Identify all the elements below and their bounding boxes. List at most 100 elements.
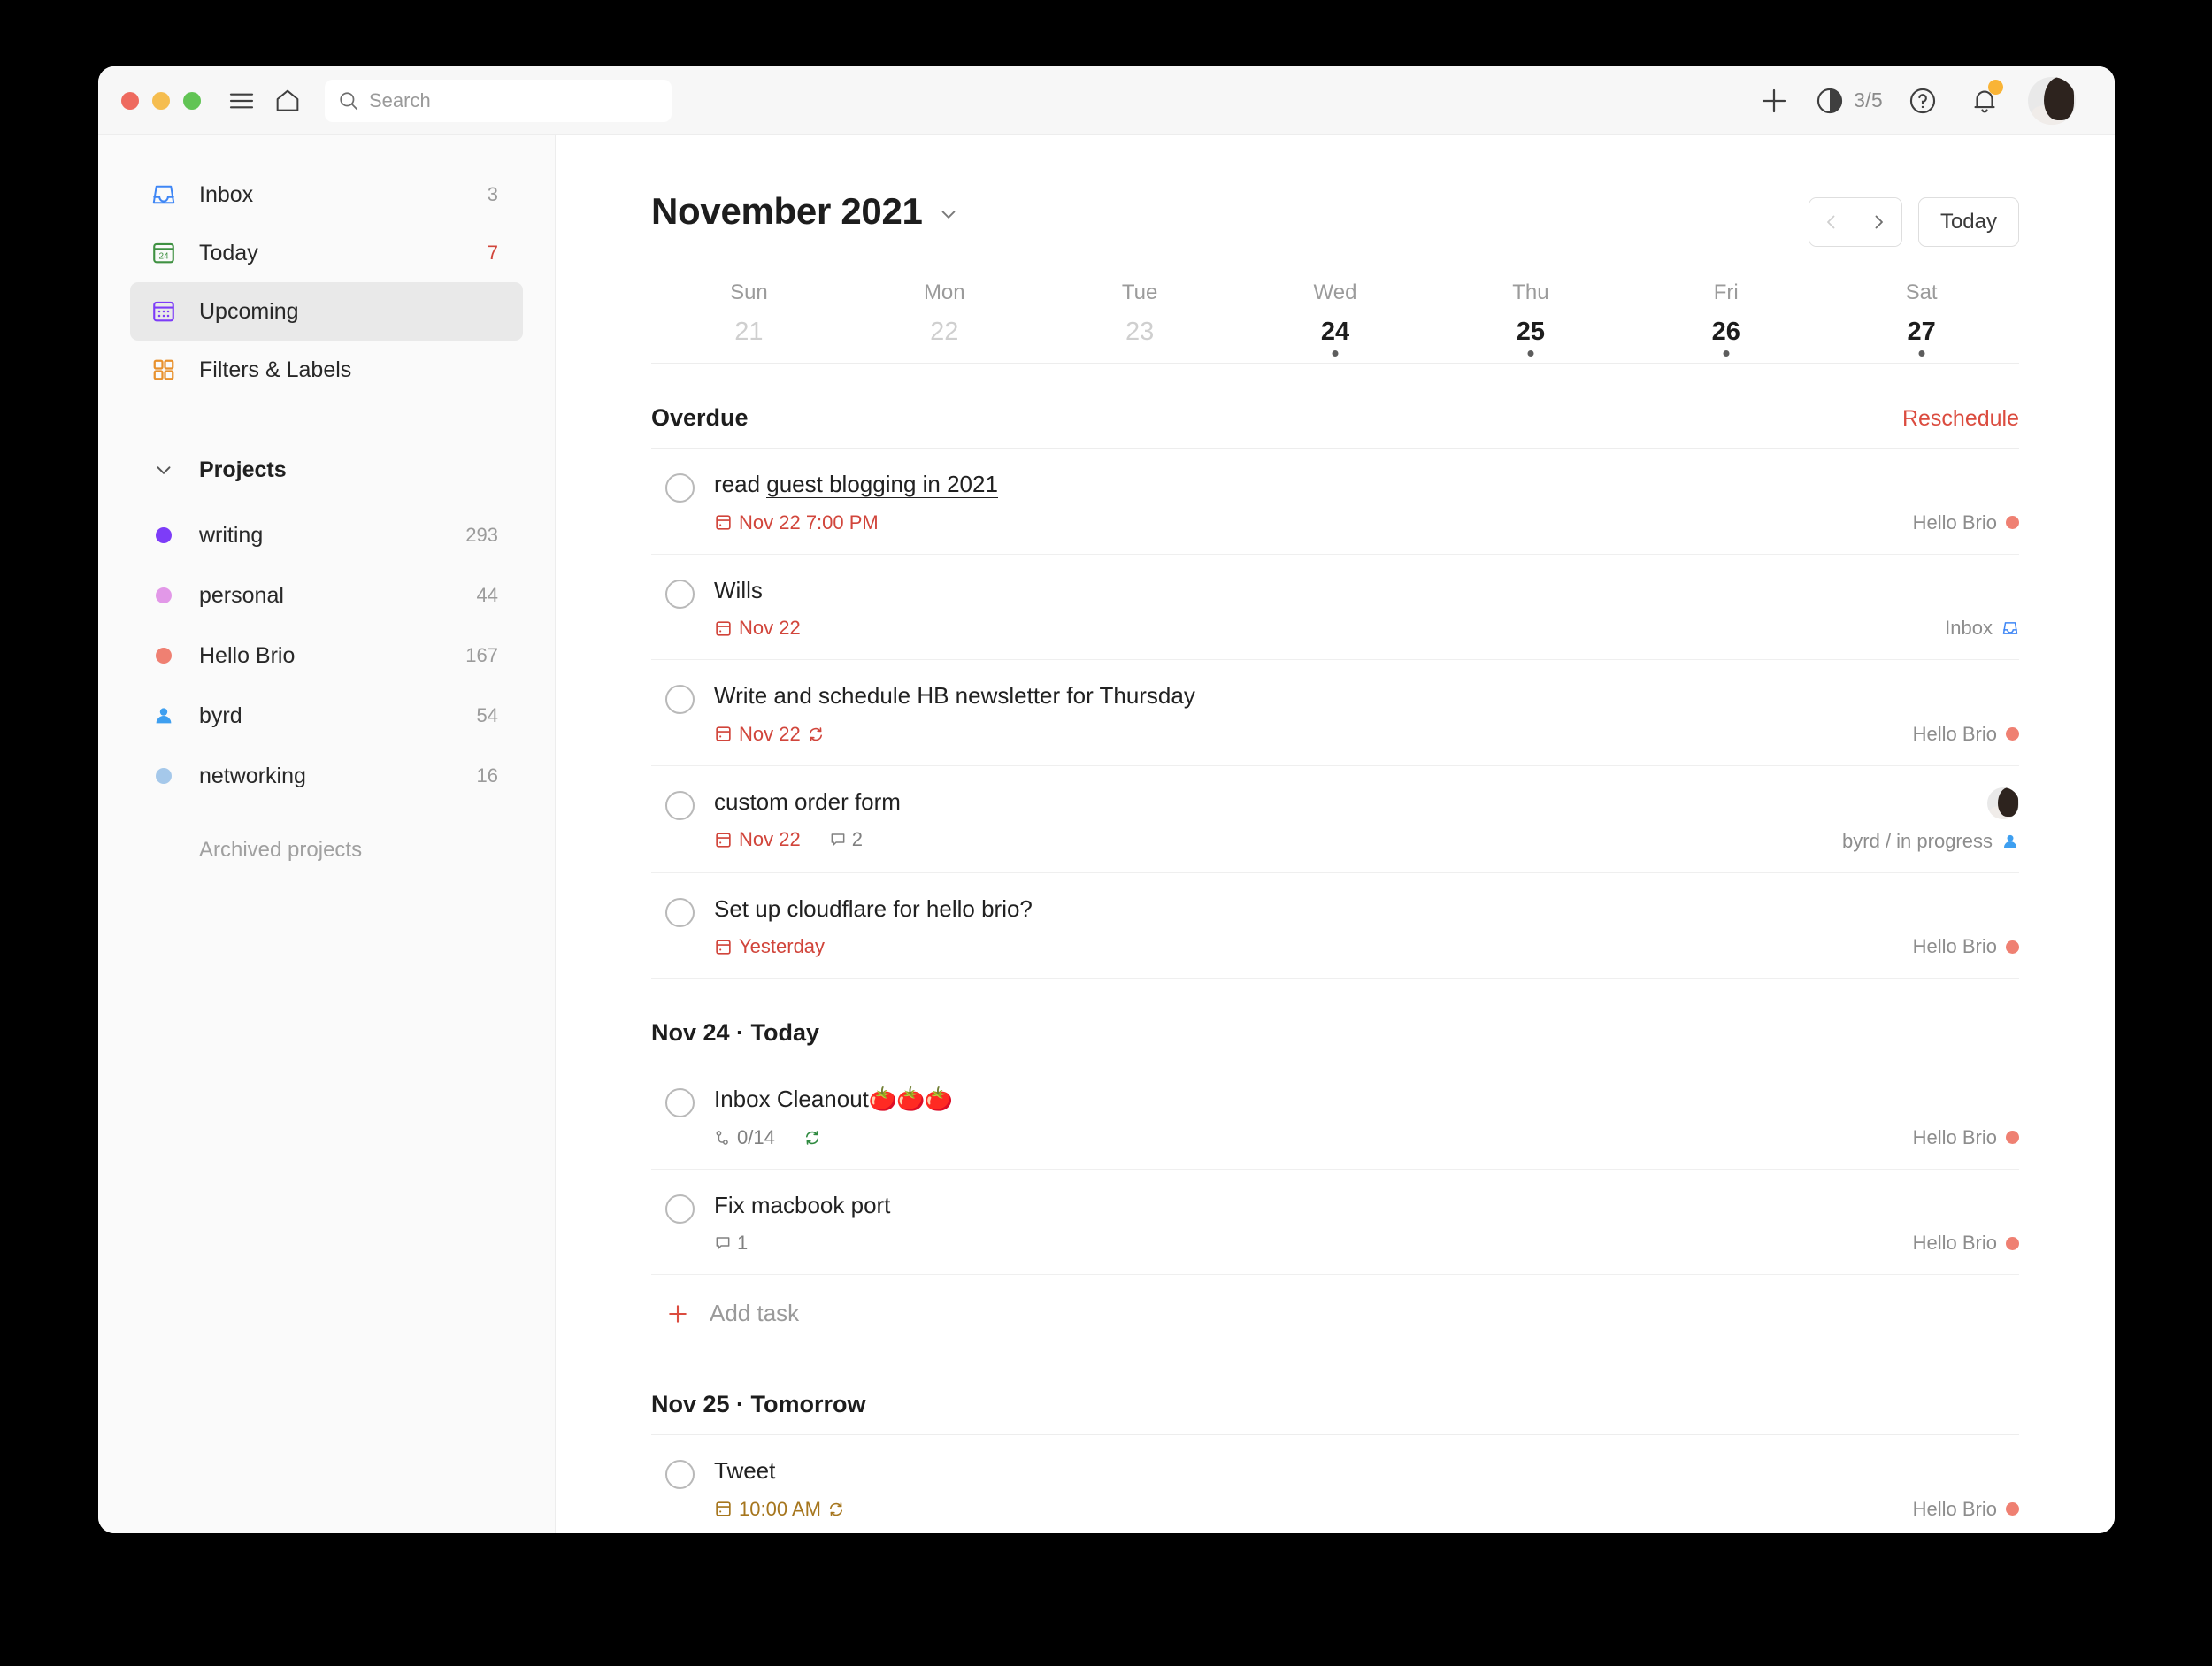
due-date[interactable]: Nov 22	[714, 828, 801, 851]
week-day-sun[interactable]: Sun 21	[651, 280, 847, 347]
reschedule-button[interactable]: Reschedule	[1902, 406, 2019, 432]
week-day-wed[interactable]: Wed 24	[1238, 280, 1433, 347]
inbox-icon	[150, 180, 178, 209]
calendar-icon	[714, 619, 733, 638]
task-checkbox[interactable]	[665, 1194, 695, 1224]
comment-count[interactable]: 2	[829, 828, 863, 851]
table-row[interactable]: custom order form Nov 22 2 byrd / in pro…	[651, 766, 2019, 873]
table-row[interactable]: Tweet 10:00 AM Hello Brio	[651, 1435, 2019, 1533]
month-selector[interactable]: November 2021	[651, 190, 960, 233]
traffic-lights	[121, 91, 201, 110]
calendar-icon	[714, 1500, 733, 1518]
maximize-window-button[interactable]	[183, 91, 201, 110]
task-checkbox[interactable]	[665, 685, 695, 714]
today-button[interactable]: Today	[1917, 197, 2019, 247]
week-day-thu[interactable]: Thu 25	[1432, 280, 1628, 347]
chevron-right-icon[interactable]	[1855, 198, 1901, 246]
task-project[interactable]: Hello Brio	[1913, 723, 2019, 746]
table-row[interactable]: Wills Nov 22 Inbox	[651, 555, 2019, 660]
task-right: Hello Brio	[1892, 1191, 2019, 1255]
due-date[interactable]: Nov 22 7:00 PM	[714, 511, 879, 534]
day-number: 24	[1320, 318, 1350, 346]
sidebar-item-inbox[interactable]: Inbox 3	[130, 165, 523, 224]
sidebar-item-today[interactable]: 24 Today 7	[130, 224, 523, 282]
task-meta: Nov 22 7:00 PM	[714, 511, 1892, 534]
week-day-mon[interactable]: Mon 22	[847, 280, 1042, 347]
sidebar-project-hello-brio[interactable]: Hello Brio 167	[130, 626, 523, 686]
close-window-button[interactable]	[121, 91, 139, 110]
week-strip: Sun 21 Mon 22 Tue 23 Wed 24 Thu 25 Fri 2…	[651, 280, 2019, 364]
chevron-down-icon[interactable]	[150, 458, 178, 481]
table-row[interactable]: read guest blogging in 2021 Nov 22 7:00 …	[651, 449, 2019, 555]
question-mark-icon[interactable]	[1892, 74, 1954, 127]
avatar[interactable]	[2021, 74, 2083, 127]
projects-title: Projects	[199, 457, 287, 482]
sidebar-item-label: Filters & Labels	[199, 357, 352, 382]
task-checkbox[interactable]	[665, 790, 695, 820]
assignee-avatar[interactable]	[1987, 787, 2019, 819]
task-project[interactable]: Hello Brio	[1913, 935, 2019, 958]
inbox-icon	[2001, 619, 2019, 637]
task-checkbox[interactable]	[665, 1460, 695, 1489]
search-box[interactable]	[325, 79, 672, 122]
chevron-down-icon[interactable]	[937, 203, 960, 226]
sidebar-project-networking[interactable]: networking 16	[130, 746, 523, 806]
recurring-icon	[827, 1501, 845, 1518]
task-checkbox[interactable]	[665, 473, 695, 503]
comment-icon	[829, 831, 847, 848]
chevron-left-icon[interactable]	[1809, 198, 1855, 246]
productivity-circle-icon[interactable]: 3/5	[1802, 74, 1892, 127]
task-body: Inbox Cleanout🍅🍅🍅 0/14	[714, 1085, 1892, 1149]
week-navigation	[1808, 197, 1902, 247]
sidebar-item-upcoming[interactable]: Upcoming	[130, 282, 523, 341]
table-row[interactable]: Write and schedule HB newsletter for Thu…	[651, 660, 2019, 766]
task-title: Fix macbook port	[714, 1191, 891, 1218]
task-project-name: Hello Brio	[1912, 722, 1997, 745]
due-date[interactable]: Yesterday	[714, 935, 825, 958]
subtask-count[interactable]: 0/14	[714, 1126, 775, 1149]
due-date[interactable]: 10:00 AM	[714, 1498, 845, 1521]
task-body: read guest blogging in 2021 Nov 22 7:00 …	[714, 470, 1892, 534]
week-day-tue[interactable]: Tue 23	[1042, 280, 1238, 347]
table-row[interactable]: Inbox Cleanout🍅🍅🍅 0/14 Hello Brio	[651, 1063, 2019, 1170]
task-project-name: Hello Brio	[1912, 1497, 1997, 1520]
task-project[interactable]: Inbox	[1945, 617, 2019, 640]
due-date[interactable]: Nov 22	[714, 617, 801, 640]
task-project-name: byrd / in progress	[1842, 829, 1993, 852]
task-project[interactable]: Hello Brio	[1913, 1498, 2019, 1521]
task-project[interactable]: Hello Brio	[1913, 511, 2019, 534]
archived-projects-link[interactable]: Archived projects	[130, 825, 523, 875]
task-body: Set up cloudflare for hello brio? Yester…	[714, 894, 1892, 959]
task-meta: Nov 22 2	[714, 828, 1821, 851]
add-task-button[interactable]: Add task	[651, 1275, 2019, 1350]
projects-section-header[interactable]: Projects	[130, 445, 523, 495]
comment-count-text: 1	[737, 1232, 749, 1254]
week-day-sat[interactable]: Sat 27	[1824, 280, 2019, 347]
home-icon[interactable]	[270, 83, 305, 119]
minimize-window-button[interactable]	[152, 91, 170, 110]
task-checkbox[interactable]	[665, 579, 695, 609]
task-project[interactable]: Hello Brio	[1913, 1232, 2019, 1255]
bell-icon[interactable]	[1954, 74, 2016, 127]
plus-icon[interactable]	[1746, 74, 1802, 127]
task-meta: Nov 22	[714, 723, 1892, 746]
sidebar-project-personal[interactable]: personal 44	[130, 565, 523, 626]
task-title-link[interactable]: guest blogging in 2021	[766, 471, 998, 498]
due-date[interactable]: Nov 22	[714, 723, 825, 746]
task-checkbox[interactable]	[665, 897, 695, 927]
task-checkbox[interactable]	[665, 1088, 695, 1117]
svg-text:24: 24	[158, 252, 169, 262]
week-day-fri[interactable]: Fri 26	[1628, 280, 1824, 347]
search-input[interactable]	[369, 88, 659, 112]
table-row[interactable]: Fix macbook port 1 Hello Brio	[651, 1170, 2019, 1275]
sidebar-project-byrd[interactable]: byrd 54	[130, 686, 523, 746]
sidebar-item-filters-labels[interactable]: Filters & Labels	[130, 341, 523, 399]
hamburger-icon[interactable]	[224, 83, 259, 119]
task-project[interactable]: Hello Brio	[1913, 1126, 2019, 1149]
table-row[interactable]: Set up cloudflare for hello brio? Yester…	[651, 873, 2019, 979]
task-title: Tweet	[714, 1457, 776, 1484]
day-number: 26	[1711, 318, 1740, 346]
comment-count[interactable]: 1	[714, 1232, 748, 1255]
task-project[interactable]: byrd / in progress	[1842, 830, 2019, 853]
sidebar-project-writing[interactable]: writing 293	[130, 505, 523, 565]
